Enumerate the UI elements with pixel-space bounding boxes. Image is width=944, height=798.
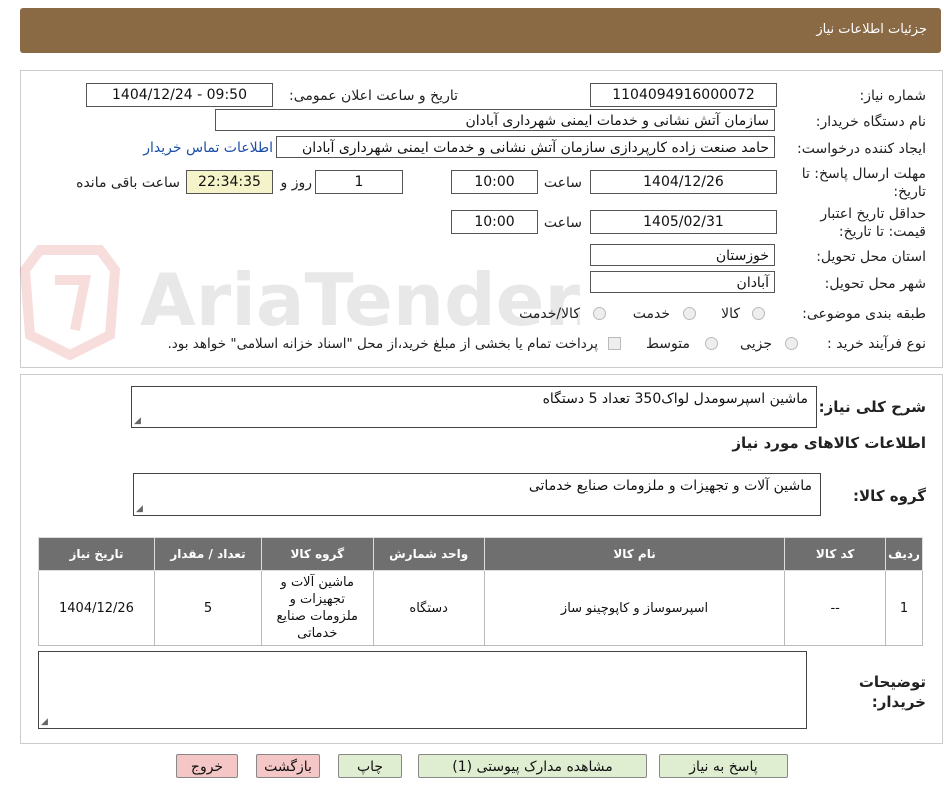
payment-note: پرداخت تمام یا بخشی از مبلغ خرید،از محل …: [167, 336, 598, 352]
cell-item-name: اسپرسوساز و کاپوچینو ساز: [483, 570, 786, 646]
validity-label: حداقل تاریخ اعتبار قیمت: تا تاریخ:: [820, 206, 926, 240]
deadline-time-field: 10:00: [451, 170, 538, 194]
category-goods-label: کالا: [721, 306, 740, 322]
print-button[interactable]: چاپ: [338, 754, 402, 778]
buyer-org-label: نام دستگاه خریدار:: [815, 114, 926, 130]
back-button[interactable]: بازگشت: [256, 754, 320, 778]
city-label: شهر محل تحویل:: [824, 276, 926, 292]
summary-textarea[interactable]: ماشین اسپرسومدل لواک350 تعداد 5 دستگاه ◢: [131, 386, 817, 428]
buyer-contact-link[interactable]: اطلاعات تماس خریدار: [143, 140, 273, 156]
announce-label: تاریخ و ساعت اعلان عمومی:: [289, 88, 458, 104]
table-header-row: ردیف کد کالا نام کالا واحد شمارش گروه کا…: [38, 537, 923, 571]
col-need-date: تاریخ نیاز: [38, 537, 155, 571]
process-minor-radio[interactable]: [785, 337, 798, 350]
category-label: طبقه بندی موضوعی:: [802, 306, 926, 322]
treasury-checkbox[interactable]: [608, 337, 621, 350]
items-table: ردیف کد کالا نام کالا واحد شمارش گروه کا…: [38, 537, 923, 646]
resize-grip-icon[interactable]: ◢: [41, 717, 48, 727]
process-medium-radio[interactable]: [705, 337, 718, 350]
category-both-radio[interactable]: [593, 307, 606, 320]
province-label: استان محل تحویل:: [816, 249, 926, 265]
goods-group-label: گروه کالا:: [853, 487, 926, 505]
deadline-time-label: ساعت: [543, 175, 582, 191]
goods-group-text: ماشین آلات و تجهیزات و ملزومات صنایع خدم…: [528, 478, 812, 494]
need-number-label: شماره نیاز:: [859, 88, 927, 104]
process-minor-label: جزیی: [740, 336, 772, 352]
remaining-label: ساعت باقی مانده: [76, 175, 180, 191]
goods-info-title: اطلاعات کالاهای مورد نیاز: [732, 434, 926, 452]
reply-button[interactable]: پاسخ به نیاز: [659, 754, 788, 778]
deadline-label: مهلت ارسال پاسخ: تا تاریخ:: [801, 166, 926, 200]
summary-label: شرح کلی نیاز:: [818, 398, 926, 416]
requester-label: ایجاد کننده درخواست:: [797, 141, 926, 157]
summary-text: ماشین اسپرسومدل لواک350 تعداد 5 دستگاه: [542, 391, 808, 407]
col-item-name: نام کالا: [483, 537, 786, 571]
requester-field: حامد صنعت زاده کارپردازی سازمان آتش نشان…: [276, 136, 775, 158]
process-label: نوع فرآیند خرید :: [827, 336, 926, 352]
cell-unit: دستگاه: [372, 570, 485, 646]
col-goods-group: گروه کالا: [260, 537, 374, 571]
need-number-field: 1104094916000072: [590, 83, 777, 107]
cell-goods-group: ماشین آلات و تجهیزات و ملزومات صنایع خدم…: [260, 570, 374, 646]
table-row: 1 -- اسپرسوساز و کاپوچینو ساز دستگاه ماش…: [38, 570, 923, 646]
page-title: جزئیات اطلاعات نیاز: [816, 22, 927, 37]
category-service-radio[interactable]: [683, 307, 696, 320]
validity-time-field: 10:00: [451, 210, 538, 234]
buyer-notes-textarea[interactable]: ◢: [38, 651, 807, 729]
category-both-label: کالا/خدمت: [519, 306, 580, 322]
process-medium-label: متوسط: [646, 336, 690, 352]
cell-quantity: 5: [153, 570, 262, 646]
buyer-org-field: سازمان آتش نشانی و خدمات ایمنی شهرداری آ…: [215, 109, 775, 131]
category-goods-radio[interactable]: [752, 307, 765, 320]
validity-time-label: ساعت: [543, 215, 582, 231]
col-unit: واحد شمارش: [372, 537, 485, 571]
attachments-button[interactable]: مشاهده مدارک پیوستی (1): [418, 754, 647, 778]
buyer-notes-label: توضیحات خریدار:: [858, 673, 926, 711]
col-item-code: کد کالا: [784, 537, 887, 571]
col-row-number: ردیف: [885, 537, 923, 571]
resize-grip-icon[interactable]: ◢: [136, 504, 143, 514]
deadline-date-field: 1404/12/26: [590, 170, 777, 194]
exit-button[interactable]: خروج: [176, 754, 238, 778]
days-label: روز و: [280, 175, 313, 191]
cell-item-code: --: [784, 570, 887, 646]
category-service-label: خدمت: [632, 306, 670, 322]
resize-grip-icon[interactable]: ◢: [134, 416, 141, 426]
cell-need-date: 1404/12/26: [38, 570, 155, 646]
goods-group-textarea[interactable]: ماشین آلات و تجهیزات و ملزومات صنایع خدم…: [133, 473, 821, 516]
city-field: آبادان: [590, 271, 775, 293]
days-field: 1: [315, 170, 403, 194]
cell-row-number: 1: [885, 570, 923, 646]
announce-field: 1404/12/24 - 09:50: [86, 83, 273, 107]
remaining-time-field: 22:34:35: [186, 170, 273, 194]
page-header: جزئیات اطلاعات نیاز: [20, 8, 941, 53]
province-field: خوزستان: [590, 244, 775, 266]
svg-text:AriaTender.neT: AriaTender.neT: [140, 258, 580, 342]
validity-date-field: 1405/02/31: [590, 210, 777, 234]
col-quantity: تعداد / مقدار: [153, 537, 262, 571]
